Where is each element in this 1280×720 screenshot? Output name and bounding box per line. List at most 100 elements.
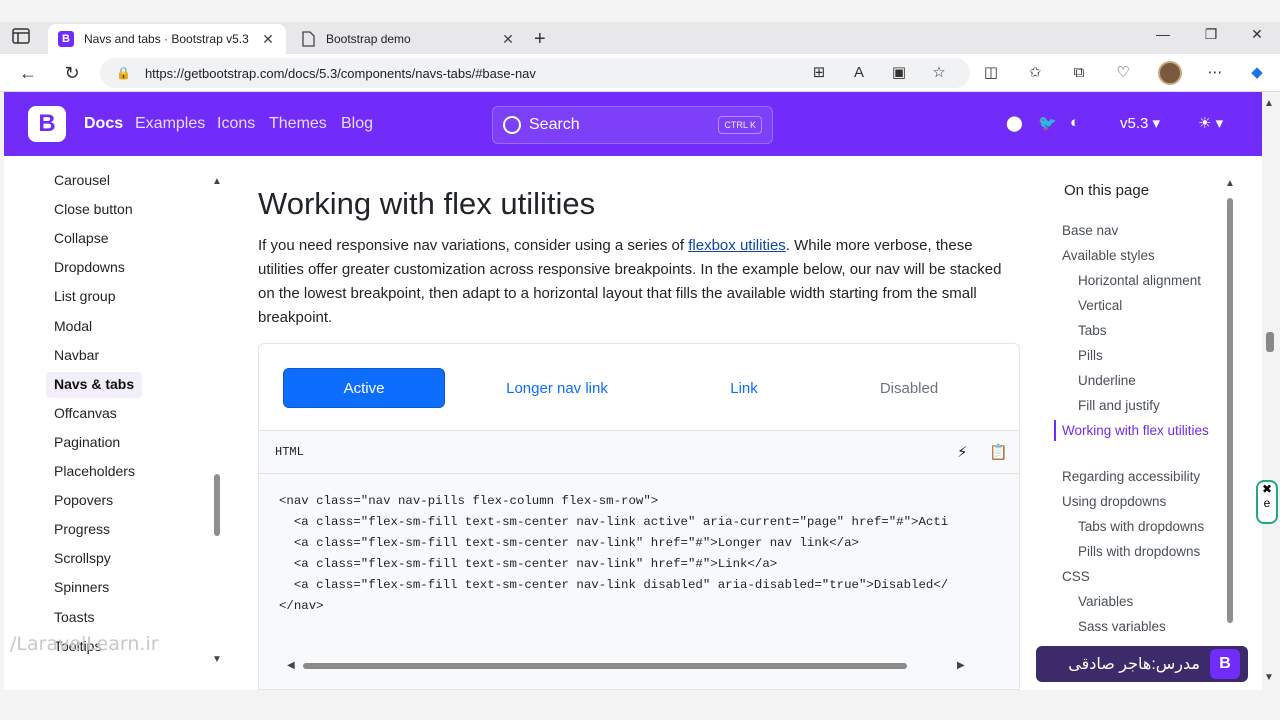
read-aloud-icon[interactable]: A <box>848 63 870 83</box>
nav-docs[interactable]: Docs <box>84 115 123 133</box>
page-favicon-icon <box>300 31 316 47</box>
pill-active[interactable]: Active <box>283 368 445 408</box>
sidebar-item[interactable]: Progress <box>46 517 118 543</box>
nav-blog[interactable]: Blog <box>341 115 373 133</box>
code-line: </nav> <box>279 599 324 613</box>
apps-icon[interactable]: ⊞ <box>808 63 830 83</box>
profile-avatar[interactable] <box>1158 61 1182 85</box>
toc-item[interactable]: Available styles <box>1062 245 1222 266</box>
page-scroll-down-icon[interactable]: ▼ <box>1264 672 1274 683</box>
sidebar-item[interactable]: Placeholders <box>46 459 143 485</box>
sidebar-item[interactable]: Modal <box>46 314 100 340</box>
reload-icon[interactable]: ↻ <box>60 62 84 84</box>
search-button[interactable]: Search CTRL K <box>492 106 773 144</box>
back-icon[interactable]: ← <box>16 62 40 84</box>
favorites-icon[interactable]: ✩ <box>1024 63 1046 83</box>
tab-close-icon[interactable]: ✕ <box>500 31 516 48</box>
scroll-right-arrow-icon[interactable]: ▶ <box>957 660 965 671</box>
pill-longer-nav-link[interactable]: Longer nav link <box>459 368 655 408</box>
pill-disabled: Disabled <box>879 379 939 397</box>
opencollective-icon[interactable]: ◐ <box>1070 114 1079 131</box>
toc-item[interactable]: Tabs with dropdowns <box>1078 516 1238 537</box>
tab-actions-icon[interactable] <box>12 28 36 48</box>
sidebar-item[interactable]: Scrollspy <box>46 546 119 572</box>
code-line: <nav class="nav nav-pills flex-column fl… <box>279 494 659 508</box>
pill-link[interactable]: Link <box>669 368 819 408</box>
toc-item[interactable]: Horizontal alignment <box>1078 270 1238 291</box>
sidebar-item[interactable]: Spinners <box>46 575 117 601</box>
toc-item[interactable]: Base nav <box>1062 220 1222 241</box>
toc-item[interactable]: Working with flex utilities <box>1054 420 1214 441</box>
nav-icons[interactable]: Icons <box>217 115 255 133</box>
sidebar-item[interactable]: Close button <box>46 197 141 223</box>
page-scroll-up-icon[interactable]: ▲ <box>1264 98 1274 109</box>
toc-item[interactable]: Fill and justify <box>1078 395 1238 416</box>
address-bar: ← ↻ 🔒 https://getbootstrap.com/docs/5.3/… <box>0 54 1280 92</box>
twitter-icon[interactable]: 🐦 <box>1038 114 1057 132</box>
sidebar-item[interactable]: Popovers <box>46 488 121 514</box>
tab-navs-and-tabs[interactable]: B Navs and tabs · Bootstrap v5.3 ✕ <box>48 24 286 54</box>
toc-item[interactable]: Vertical <box>1078 295 1238 316</box>
tab-bootstrap-demo[interactable]: Bootstrap demo ✕ <box>290 24 526 54</box>
maximize-icon[interactable]: ❐ <box>1188 26 1234 43</box>
sidebar-item[interactable]: Navs & tabs <box>46 371 143 398</box>
toc-item[interactable]: Pills <box>1078 345 1238 366</box>
new-tab-button[interactable]: + <box>534 28 546 51</box>
url-field[interactable]: 🔒 https://getbootstrap.com/docs/5.3/comp… <box>100 58 970 88</box>
github-icon[interactable]: ⬤ <box>1006 114 1023 132</box>
more-menu-icon[interactable]: ⋯ <box>1204 63 1226 83</box>
page-scrollbar-thumb[interactable] <box>1266 332 1274 352</box>
toc-item[interactable]: Sass variables <box>1078 616 1238 637</box>
tab-close-icon[interactable]: ✕ <box>260 31 276 48</box>
collections-icon[interactable]: ⧉ <box>1068 63 1090 83</box>
minimize-icon[interactable]: — <box>1140 26 1186 42</box>
sidebar-scrollbar-thumb[interactable] <box>214 474 220 536</box>
bootstrap-logo[interactable]: B <box>28 106 66 142</box>
example-preview: Active Longer nav link Link Disabled <box>258 343 1020 433</box>
copilot-icon[interactable]: ◆ <box>1246 63 1268 83</box>
code-scrollbar-thumb[interactable] <box>303 663 907 669</box>
sidebar-item[interactable]: Offcanvas <box>46 401 125 427</box>
browser-essentials-icon[interactable]: ♡ <box>1112 63 1134 83</box>
toc-item[interactable]: Variables <box>1078 591 1238 612</box>
toc-item[interactable]: Underline <box>1078 370 1238 391</box>
scroll-left-arrow-icon[interactable]: ◀ <box>287 660 295 671</box>
stackblitz-bolt-icon[interactable]: ⚡ <box>957 443 968 461</box>
immersive-reader-icon[interactable]: ▣ <box>888 63 910 83</box>
flexbox-utilities-link[interactable]: flexbox utilities <box>688 237 786 254</box>
favorite-star-icon[interactable]: ☆ <box>928 63 950 83</box>
page-viewport: B Docs Examples Icons Themes Blog Search… <box>4 92 1262 690</box>
copy-clipboard-icon[interactable]: 📋 <box>989 443 1008 461</box>
toc-item[interactable]: Pills with dropdowns <box>1078 541 1238 562</box>
nav-themes[interactable]: Themes <box>269 115 327 133</box>
sidebar-item[interactable]: Collapse <box>46 226 116 252</box>
close-window-icon[interactable]: ✕ <box>1234 26 1280 43</box>
scroll-up-arrow-icon[interactable]: ▲ <box>212 176 222 187</box>
sidebar-item[interactable]: Pagination <box>46 430 128 456</box>
sidebar-item[interactable]: Navbar <box>46 343 107 369</box>
sidebar-item[interactable]: List group <box>46 284 123 310</box>
tab-title: Bootstrap demo <box>326 32 411 46</box>
toc-item[interactable]: Tabs <box>1078 320 1238 341</box>
instructor-badge: مدرس:هاجر صادقی B <box>1036 646 1248 682</box>
docs-sidebar: ▲ ▼ Carousel Close button Collapse Dropdown… <box>4 156 229 690</box>
main-content: Working with flex utilities If you need … <box>258 156 1028 690</box>
code-line: <a class="flex-sm-fill text-sm-center na… <box>279 557 778 571</box>
scroll-down-arrow-icon[interactable]: ▼ <box>212 654 222 665</box>
sidebar-item[interactable]: Toasts <box>46 605 102 631</box>
side-widget-icon[interactable]: ✖ e <box>1256 480 1278 524</box>
tab-title: Navs and tabs · Bootstrap v5.3 <box>84 32 249 46</box>
toc-scroll-up-icon[interactable]: ▲ <box>1225 178 1235 189</box>
paragraph-text: If you need responsive nav variations, c… <box>258 237 689 254</box>
toc-scrollbar-thumb[interactable] <box>1227 198 1233 623</box>
nav-examples[interactable]: Examples <box>135 115 205 133</box>
toc-item[interactable]: Regarding accessibility <box>1062 466 1222 487</box>
sidebar-item[interactable]: Carousel <box>46 168 118 194</box>
version-dropdown[interactable]: v5.3 ▾ <box>1120 114 1160 132</box>
split-screen-icon[interactable]: ◫ <box>980 63 1002 83</box>
toc-item[interactable]: CSS <box>1062 566 1222 587</box>
code-line: <a class="flex-sm-fill text-sm-center na… <box>279 536 859 550</box>
toc-item[interactable]: Using dropdowns <box>1062 491 1222 512</box>
sidebar-item[interactable]: Dropdowns <box>46 255 133 281</box>
theme-toggle-sun-icon[interactable]: ☀ ▾ <box>1198 114 1223 132</box>
